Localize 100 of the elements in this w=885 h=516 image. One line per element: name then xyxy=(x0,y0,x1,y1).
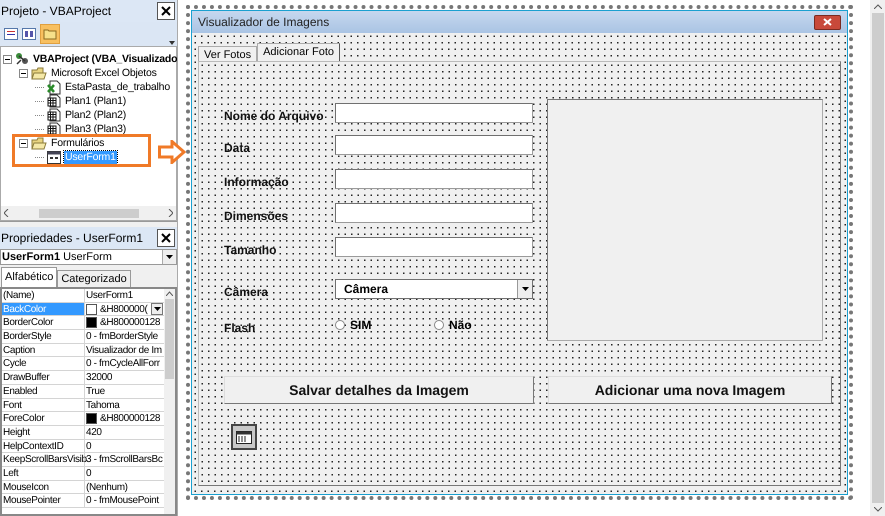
scroll-thumb[interactable] xyxy=(38,208,138,218)
radio-label: Não xyxy=(449,317,472,334)
collapse-icon[interactable] xyxy=(19,138,28,148)
panel-title: Projeto - VBAProject xyxy=(1,3,112,20)
field-label: Tamanho xyxy=(224,242,278,258)
view-code-icon[interactable] xyxy=(4,28,18,40)
scroll-up-icon[interactable] xyxy=(166,291,173,296)
property-value: &H800000128 xyxy=(100,412,160,426)
property-value: (Nenhum) xyxy=(86,482,128,493)
property-value: Visualizador de Im xyxy=(86,344,162,356)
folder-toggle-icon[interactable] xyxy=(40,24,60,44)
collapse-icon[interactable] xyxy=(3,54,12,64)
scroll-thumb[interactable] xyxy=(872,13,884,503)
property-name[interactable]: BorderColor xyxy=(2,316,85,330)
property-value: 0 xyxy=(86,440,92,452)
scroll-up-icon[interactable] xyxy=(874,4,882,9)
scroll-down-icon[interactable] xyxy=(874,507,882,512)
close-button[interactable] xyxy=(814,14,841,30)
tree-item[interactable]: Plan1 (Plan1) xyxy=(64,94,128,108)
text-field[interactable] xyxy=(335,237,533,257)
close-icon xyxy=(823,18,832,26)
text-field[interactable] xyxy=(335,103,533,123)
field-label: Informação xyxy=(224,174,290,190)
field-label: Dimensões xyxy=(224,208,290,224)
sheet-icon xyxy=(47,94,61,108)
text-field[interactable] xyxy=(335,203,533,223)
tree-item[interactable]: Plan2 (Plan2) xyxy=(64,108,128,122)
property-name[interactable]: KeepScrollBarsVisib xyxy=(2,453,85,466)
property-name[interactable]: HelpContextID xyxy=(2,440,85,452)
tab[interactable]: Alfabético xyxy=(1,267,58,287)
text-field[interactable] xyxy=(335,169,533,189)
field-label: Flash xyxy=(224,320,256,336)
property-value: 420 xyxy=(86,426,102,438)
property-name[interactable]: BorderStyle xyxy=(2,330,85,343)
property-value: True xyxy=(86,386,105,397)
property-name[interactable]: Left xyxy=(2,466,85,480)
object-selector[interactable]: UserForm1 UserForm xyxy=(0,249,177,265)
view-object-icon[interactable] xyxy=(22,28,36,40)
field-label: Data xyxy=(224,140,252,156)
workbook-icon xyxy=(47,80,61,94)
sheet-icon xyxy=(47,108,61,122)
radio-button[interactable] xyxy=(434,320,444,330)
vertical-scrollbar[interactable] xyxy=(870,0,885,516)
close-button[interactable] xyxy=(157,2,175,20)
tree-item[interactable]: Microsoft Excel Objetos xyxy=(50,66,158,80)
property-name[interactable]: DrawBuffer xyxy=(2,371,85,384)
tab[interactable]: Adicionar Foto xyxy=(257,43,340,61)
tree-item[interactable]: Plan3 (Plan3) xyxy=(64,122,128,136)
caret-icon xyxy=(522,287,528,291)
panel-title: Propriedades - UserForm1 xyxy=(1,230,144,247)
field-label: Nome do Arquivo xyxy=(224,108,325,124)
property-value: UserForm1 xyxy=(86,290,133,301)
dropdown-button[interactable] xyxy=(151,303,163,316)
property-value: 0 - fmMousePoint xyxy=(86,495,159,506)
field-label: Câmera xyxy=(224,284,270,300)
tree-item[interactable]: Formulários xyxy=(50,136,106,150)
property-name[interactable]: (Name) xyxy=(2,289,85,302)
property-name[interactable]: MouseIcon xyxy=(2,480,85,494)
property-value: 0 xyxy=(86,468,92,479)
close-icon xyxy=(161,233,171,243)
tab[interactable]: Categorizado xyxy=(57,270,131,287)
property-value: 0 - fmBorderStyle xyxy=(86,331,158,342)
text-field[interactable] xyxy=(335,135,533,155)
tree-item[interactable]: VBAProject (VBA_Visualizado xyxy=(32,52,177,66)
collapse-icon[interactable] xyxy=(19,68,28,78)
property-value: 0 - fmCycleAllForr xyxy=(86,358,160,370)
property-value: 3 - fmScrollBarsBc xyxy=(86,454,162,466)
property-name[interactable]: Height xyxy=(2,426,85,439)
horizontal-scrollbar[interactable] xyxy=(1,206,176,220)
radio-label: SIM xyxy=(350,317,372,334)
toolbox-icon[interactable] xyxy=(231,424,257,450)
close-button[interactable] xyxy=(157,229,175,247)
scroll-left-icon[interactable] xyxy=(4,209,9,217)
dropdown-button[interactable] xyxy=(162,250,176,264)
command-button[interactable]: Salvar detalhes da Imagem xyxy=(224,376,534,404)
property-value: &H800000( xyxy=(100,302,148,316)
property-value: &H800000128 xyxy=(100,316,160,330)
close-icon xyxy=(161,6,171,16)
vertical-scrollbar[interactable] xyxy=(164,289,175,514)
camera-dropdown[interactable]: Câmera xyxy=(335,279,533,299)
property-name[interactable]: MousePointer xyxy=(2,494,85,507)
property-name[interactable]: Cycle xyxy=(2,357,85,370)
property-name[interactable]: Enabled xyxy=(2,384,85,398)
command-button[interactable]: Adicionar uma nova Imagem xyxy=(548,376,832,404)
property-name[interactable]: Caption xyxy=(2,344,85,356)
radio-button[interactable] xyxy=(335,320,345,330)
dropdown-button[interactable] xyxy=(517,280,532,298)
tree-item[interactable]: EstaPasta_de_trabalho xyxy=(64,80,171,94)
scroll-right-icon[interactable] xyxy=(168,209,173,217)
caret-icon xyxy=(166,255,173,259)
property-name[interactable]: ForeColor xyxy=(2,412,85,425)
property-name[interactable]: Font xyxy=(2,398,85,412)
property-value: 32000 xyxy=(86,372,112,384)
caret-icon xyxy=(154,307,160,312)
folder-icon xyxy=(31,136,47,150)
form-selection-frame[interactable]: Visualizador de Imagens Ver Fotos Adicionar Foto Nome do Arquivo Data Informação Dimensões Tamanho Câmera Câmera Flash SIM Não Salvar detalhes da Imagem Adicionar uma nova Imagem xyxy=(186,5,853,500)
tab[interactable]: Ver Fotos xyxy=(198,46,258,61)
folder-icon xyxy=(31,66,47,80)
property-value: Tahoma xyxy=(86,400,120,410)
form-icon xyxy=(47,150,61,164)
